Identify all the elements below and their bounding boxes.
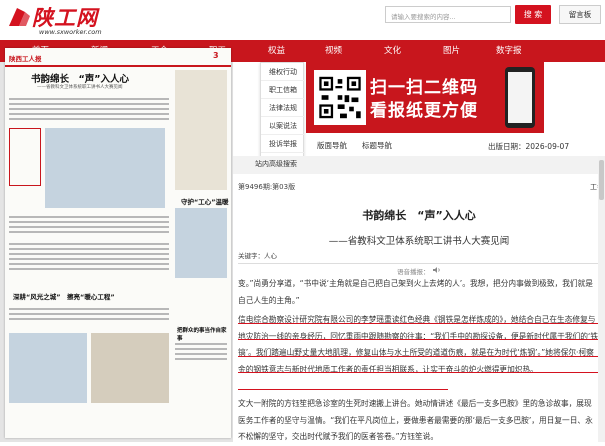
text-line [9, 318, 169, 320]
masthead-rule [5, 65, 231, 67]
newspaper-photo [45, 128, 165, 208]
text-line [9, 226, 169, 228]
newspaper-box [9, 128, 41, 186]
article-panel: 第9496期:第03版 工会 书韵绵长 “声”入人心 ——省教科文卫体系统职工讲… [233, 174, 605, 442]
newspaper-headline: 书韵绵长 “声”入人心 [31, 74, 129, 85]
text-line [9, 216, 169, 218]
text-line [9, 231, 169, 233]
newspaper-page-image[interactable]: 陕西工人报 3 书韵绵长 “声”入人心 ——省教科文卫体系统职工讲书人大赛见闻 … [5, 48, 231, 438]
search-input[interactable]: 请输入要搜索的内容... [385, 6, 511, 23]
text-line [9, 221, 169, 223]
text-line [175, 348, 227, 350]
article-title: 书韵绵长 “声”入人心 [362, 209, 476, 222]
newspaper-headline-4: 把群众的事当作自家事 [177, 328, 227, 342]
logo-url: www.sxworker.com [39, 28, 102, 36]
nav-digital-paper[interactable]: 数字报 [496, 40, 522, 62]
nav-culture[interactable]: 文化 [384, 40, 401, 62]
text-line [175, 353, 227, 355]
text-line [175, 343, 227, 345]
underline [238, 372, 600, 373]
underline [238, 323, 600, 324]
newspaper-photo [175, 208, 227, 278]
text-line [175, 358, 227, 360]
publication-date: 出版日期：2026-09-07 [488, 142, 570, 151]
newspaper-masthead: 陕西工人报 [9, 55, 42, 63]
banner-line-1: 扫一扫二维码 [370, 78, 478, 98]
article-keywords: 关键字：人心 [238, 252, 277, 260]
worker-emblem-icon [9, 8, 30, 26]
nav-rights[interactable]: 权益 [268, 40, 285, 62]
newspaper-column [175, 70, 227, 190]
advanced-search-link[interactable]: 站内高级搜索 [255, 159, 297, 169]
phone-icon [505, 67, 535, 128]
site-logo[interactable]: 陕工网 www.sxworker.com [6, 4, 136, 36]
layout-nav-link[interactable]: 版面导航 [317, 140, 347, 151]
text-line [9, 98, 169, 100]
article-paragraph-highlighted: 信电综合勘察设计研究院有限公司的李梦瑶重读红色经典《钢铁是怎样炼成的》，她结合自… [238, 315, 599, 374]
text-line [9, 263, 169, 265]
newspaper-photo [91, 333, 169, 403]
issue-meta: 第9496期:第03版 [238, 183, 296, 191]
article-paragraph: 变。”尚勇分享道，“书中说‘主角就是自己把自己架到火上去烤的人’。我想，把分内事… [238, 279, 593, 305]
advanced-search-row: 站内高级搜索 [233, 156, 605, 174]
nav-pictures[interactable]: 图片 [443, 40, 460, 62]
search-button[interactable]: 搜 索 [515, 5, 551, 24]
nav-video[interactable]: 视频 [325, 40, 342, 62]
guestbook-button[interactable]: 留言板 [559, 5, 601, 24]
text-line [9, 113, 169, 115]
text-line [9, 253, 169, 255]
underline [238, 389, 448, 390]
qr-code-icon [314, 70, 366, 125]
text-line [9, 248, 169, 250]
text-line [9, 258, 169, 260]
title-nav-link[interactable]: 标题导航 [362, 140, 392, 151]
scrollbar[interactable] [598, 156, 605, 442]
dropdown-item-worker-mailbox[interactable]: 职工信箱 [261, 81, 305, 99]
speaker-icon[interactable] [433, 266, 441, 274]
article-subtitle: ——省教科文卫体系统职工讲书人大赛见闻 [328, 236, 510, 247]
text-line [9, 308, 169, 310]
text-line [9, 118, 169, 120]
underline [238, 339, 600, 340]
newspaper-subhead: ——省教科文卫体系统职工讲书人大赛见闻 [37, 85, 123, 90]
scrollbar-thumb[interactable] [599, 160, 604, 200]
newspaper-page-number: 3 [213, 51, 219, 60]
newspaper-photo [9, 333, 87, 403]
underline [238, 356, 600, 357]
speech-playback-label: 语音播报： [397, 268, 430, 276]
text-line [9, 108, 169, 110]
qr-banner[interactable]: 扫一扫二维码 看报纸更方便 [306, 62, 544, 133]
text-line [9, 103, 169, 105]
newspaper-headline-2: 深耕“风光之城” 擦亮“暖心工程” [13, 293, 115, 301]
top-bar: 陕工网 www.sxworker.com 请输入要搜索的内容... 搜 索 留言… [0, 0, 605, 40]
newspaper-headline-3: 守护“工心”温暖 [181, 198, 229, 206]
text-line [9, 243, 169, 245]
banner-line-2: 看报纸更方便 [370, 101, 478, 121]
text-line [9, 313, 169, 315]
dropdown-item-laws[interactable]: 法律法规 [261, 99, 305, 117]
dropdown-item-rights-action[interactable]: 维权行动 [261, 63, 305, 81]
text-line [9, 268, 169, 270]
divider [238, 263, 600, 264]
article-paragraph: 文大一附院的方钰笙把急诊室的生死时速搬上讲台。她动情讲述《最后一支多巴胺》里的急… [238, 399, 593, 441]
